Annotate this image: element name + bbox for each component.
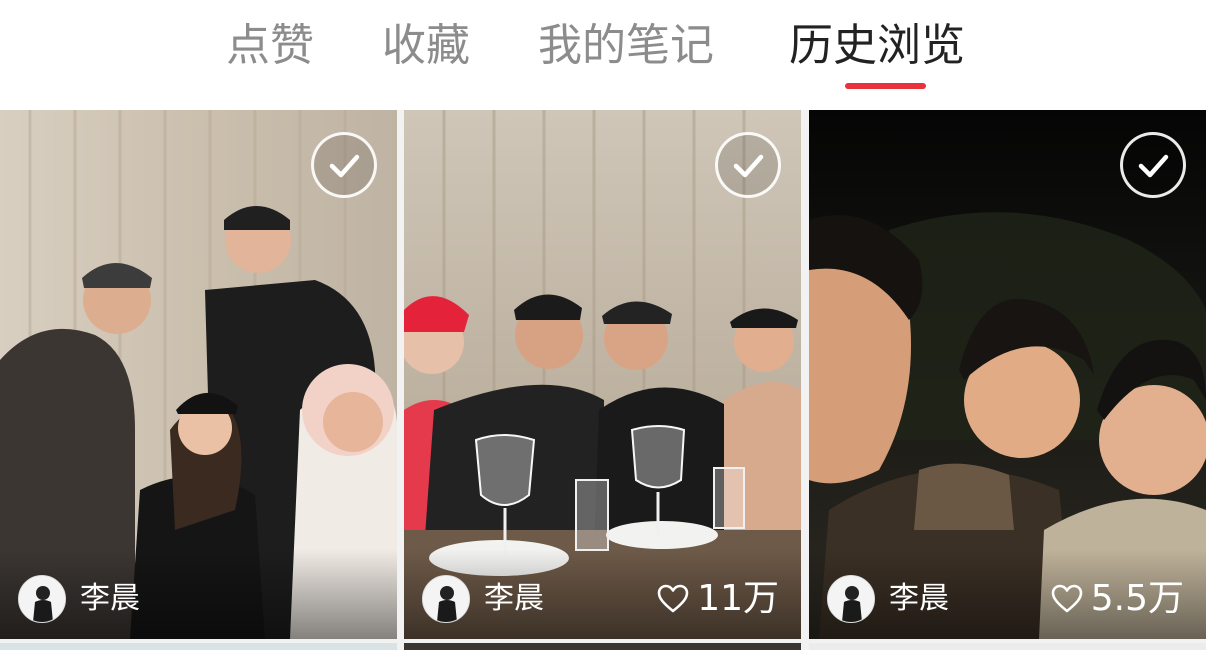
select-check-button[interactable] xyxy=(715,132,781,198)
select-check-button[interactable] xyxy=(1120,132,1186,198)
author-name[interactable]: 李晨 xyxy=(80,579,140,619)
note-card[interactable]: 李晨 11万 xyxy=(404,110,801,639)
like-count: 5.5万 xyxy=(1090,578,1184,619)
card-footer: 李晨 xyxy=(0,549,397,639)
author-avatar[interactable] xyxy=(18,575,66,623)
tab-likes[interactable]: 点赞 xyxy=(226,14,314,78)
history-screen: 点赞 收藏 我的笔记 历史浏览 李晨 李晨 11万 李晨 5.5万 xyxy=(0,0,1206,650)
tab-bar: 点赞 收藏 我的笔记 历史浏览 xyxy=(0,0,1206,110)
note-card-next-row[interactable] xyxy=(404,643,801,650)
tab-history[interactable]: 历史浏览 xyxy=(789,14,965,78)
check-icon xyxy=(1138,154,1169,178)
author-name[interactable]: 李晨 xyxy=(889,579,949,619)
like-button[interactable]: 11万 xyxy=(657,577,779,621)
heart-outline-icon xyxy=(1051,584,1083,613)
note-card-next-row[interactable] xyxy=(0,643,397,650)
active-tab-indicator xyxy=(845,83,926,89)
avatar-image xyxy=(423,576,469,622)
tab-favorites[interactable]: 收藏 xyxy=(382,14,470,78)
note-card[interactable]: 李晨 5.5万 xyxy=(809,110,1206,639)
check-icon xyxy=(733,154,764,178)
tab-my-notes[interactable]: 我的笔记 xyxy=(538,14,714,78)
notes-grid: 李晨 李晨 11万 李晨 5.5万 xyxy=(0,110,1206,650)
author-name[interactable]: 李晨 xyxy=(484,579,544,619)
like-count: 11万 xyxy=(697,578,779,619)
card-footer: 李晨 11万 xyxy=(404,549,801,639)
note-card-next-row[interactable] xyxy=(809,643,1206,650)
check-icon xyxy=(329,154,360,178)
heart-outline-icon xyxy=(657,584,689,613)
card-footer: 李晨 5.5万 xyxy=(809,549,1206,639)
author-avatar[interactable] xyxy=(422,575,470,623)
avatar-image xyxy=(19,576,65,622)
avatar-image xyxy=(828,576,874,622)
select-check-button[interactable] xyxy=(311,132,377,198)
note-card[interactable]: 李晨 xyxy=(0,110,397,639)
author-avatar[interactable] xyxy=(827,575,875,623)
like-button[interactable]: 5.5万 xyxy=(1051,577,1184,621)
